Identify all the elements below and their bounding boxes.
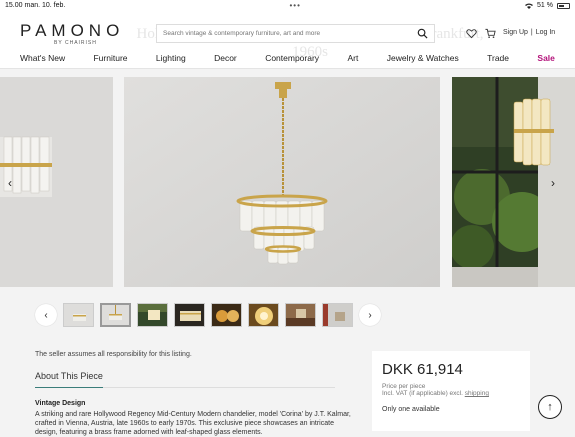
status-date: man. 10. feb. [24,2,66,9]
availability: Only one available [382,406,440,413]
product-description: A striking and rare Hollywood Regency Mi… [35,411,351,436]
heart-icon[interactable] [466,28,477,39]
image-gallery: ‹ › [0,77,575,287]
nav-item-contemporary[interactable]: Contemporary [265,53,319,63]
about-underline [35,387,335,388]
cart-icon[interactable] [485,28,496,39]
nav-item-trade[interactable]: Trade [487,53,509,63]
vat-text: Incl. VAT (if applicable) excl. [382,390,463,397]
nav-item-whats-new[interactable]: What's New [20,53,65,63]
vat-note: Incl. VAT (if applicable) excl. shipping [382,390,520,397]
thumbnails-next-button[interactable]: › [359,304,381,326]
gallery-image-previous[interactable] [0,77,113,287]
thumbnails-prev-button[interactable]: ‹ [35,304,57,326]
logo[interactable]: PAMONO BY CHAIRISH [20,21,130,46]
gallery-next-arrow[interactable]: › [547,176,559,190]
auth-separator: | [530,29,533,36]
seller-disclaimer: The seller assumes all responsibility fo… [35,351,192,358]
nav-item-furniture[interactable]: Furniture [93,53,127,63]
signup-link[interactable]: Sign Up [503,29,528,36]
back-to-top-button[interactable]: ↑ [538,395,562,419]
thumbnail[interactable] [211,303,242,327]
gallery-image-main[interactable] [124,77,440,287]
shipping-link[interactable]: shipping [465,390,489,397]
thumbnail-selected[interactable] [100,303,131,327]
wifi-icon [525,3,534,9]
thumbnail[interactable] [322,303,353,327]
price-note: Price per piece [382,383,426,390]
thumbnail[interactable] [174,303,205,327]
gallery-prev-arrow[interactable]: ‹ [4,176,16,190]
battery-icon [557,2,570,9]
nav-item-sale[interactable]: Sale [537,53,555,63]
status-bar: 15.00 man. 10. feb. ••• 51 % [0,0,575,11]
nav-item-art[interactable]: Art [347,53,358,63]
vintage-design-label: Vintage Design [35,400,86,407]
login-link[interactable]: Log In [536,29,555,36]
price: DKK 61,914 [382,361,463,378]
about-tab[interactable]: About This Piece [35,371,103,381]
site-header: Hollywood Regency Chandelier in Brass Gl… [0,11,575,69]
thumbnail[interactable] [137,303,168,327]
thumbnail[interactable] [285,303,316,327]
search-icon[interactable] [417,28,428,39]
logo-wordmark: PAMONO [20,21,125,40]
price-card: DKK 61,914 Price per piece Incl. VAT (if… [372,351,530,431]
status-time: 15.00 [5,2,23,9]
search-input[interactable] [163,30,413,37]
thumbnail-strip: ‹ › [35,302,381,328]
thumbnail[interactable] [63,303,94,327]
main-nav: What's New Furniture Lighting Decor Cont… [0,53,575,63]
search-bar[interactable] [156,24,435,43]
nav-item-lighting[interactable]: Lighting [156,53,186,63]
battery-percent: 51 % [537,2,553,9]
thumbnail[interactable] [248,303,279,327]
nav-item-decor[interactable]: Decor [214,53,237,63]
multitask-dots[interactable]: ••• [289,1,300,10]
nav-item-jewelry-watches[interactable]: Jewelry & Watches [387,53,459,63]
